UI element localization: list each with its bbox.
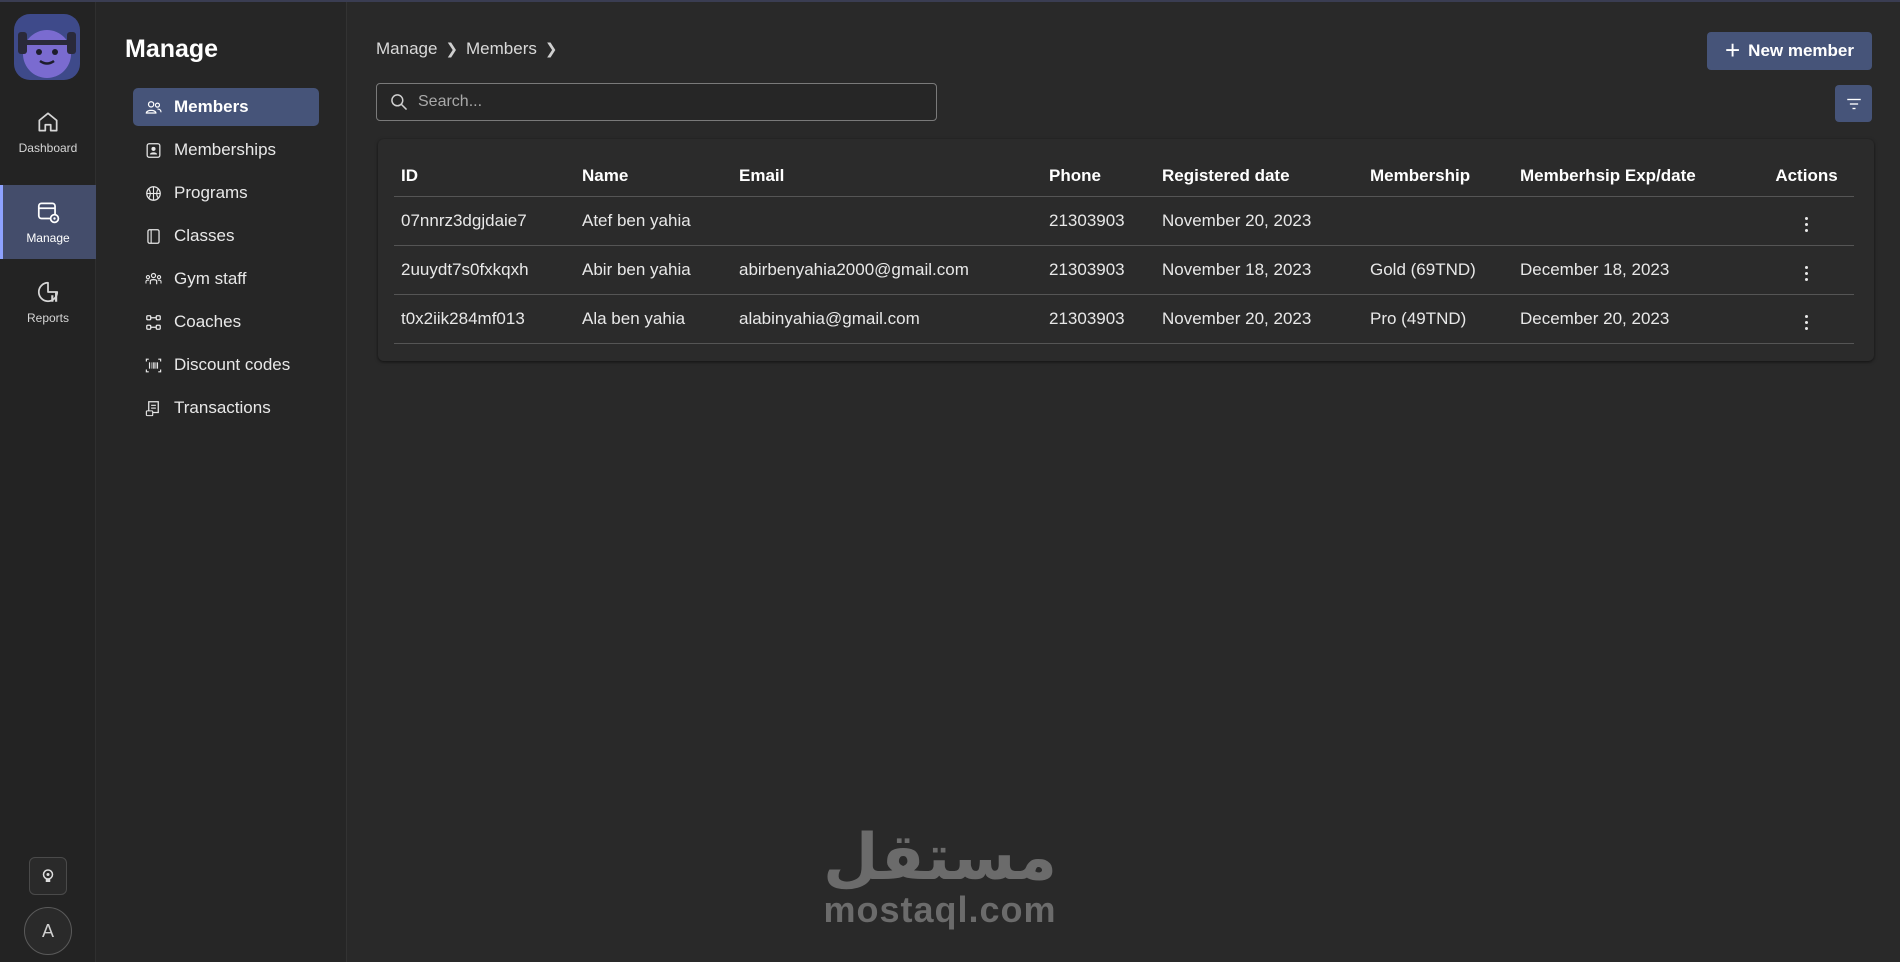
watermark-arabic: مستقل xyxy=(822,821,1058,895)
reports-icon xyxy=(37,281,59,303)
members-table-card: ID Name Email Phone Registered date Memb… xyxy=(378,139,1874,361)
cell-actions xyxy=(1759,245,1854,295)
tips-button[interactable] xyxy=(29,857,67,895)
column-header-membership[interactable]: Membership xyxy=(1363,156,1513,197)
book-icon xyxy=(143,226,163,246)
manage-sidebar: Manage Members Memberships Programs Clas… xyxy=(96,2,347,962)
sidebar-item-discount-codes[interactable]: Discount codes xyxy=(133,346,319,384)
cell-id: 07nnrz3dgjdaie7 xyxy=(394,196,575,246)
cell-exp-date: December 20, 2023 xyxy=(1513,294,1759,344)
cell-membership: Pro (49TND) xyxy=(1363,294,1513,344)
chevron-right-icon: ❯ xyxy=(445,41,459,58)
receipt-icon xyxy=(143,398,163,418)
new-member-label: New member xyxy=(1748,41,1854,60)
dumbbell-icon xyxy=(143,312,163,332)
sidebar-title: Manage xyxy=(125,35,219,63)
badge-icon xyxy=(143,140,163,160)
cell-registered: November 20, 2023 xyxy=(1155,294,1363,344)
manage-icon xyxy=(37,202,60,224)
more-actions-icon[interactable] xyxy=(1797,262,1816,285)
sidebar-nav: Members Memberships Programs Classes Gym… xyxy=(133,88,319,432)
people-icon xyxy=(143,97,163,117)
breadcrumb-manage[interactable]: Manage xyxy=(376,39,437,59)
more-actions-icon[interactable] xyxy=(1797,311,1816,334)
sidebar-item-transactions[interactable]: Transactions xyxy=(133,389,319,427)
search-box[interactable] xyxy=(376,83,937,121)
cell-name: Atef ben yahia xyxy=(575,196,732,246)
lightbulb-icon xyxy=(42,869,54,882)
rail-item-dashboard[interactable]: Dashboard xyxy=(0,95,96,169)
rail-item-label: Dashboard xyxy=(18,141,78,155)
watermark: مستقل mostaql.com xyxy=(800,825,1080,929)
search-icon xyxy=(391,94,407,110)
sidebar-item-label: Memberships xyxy=(174,140,277,159)
sidebar-item-label: Gym staff xyxy=(174,269,247,288)
sidebar-item-coaches[interactable]: Coaches xyxy=(133,303,319,341)
table-row[interactable]: t0x2iik284mf013 Ala ben yahia alabinyahi… xyxy=(394,294,1854,344)
sidebar-item-programs[interactable]: Programs xyxy=(133,174,319,212)
cell-email xyxy=(732,196,1042,246)
cell-id: t0x2iik284mf013 xyxy=(394,294,575,344)
table-row[interactable]: 07nnrz3dgjdaie7 Atef ben yahia 21303903 … xyxy=(394,196,1854,246)
column-header-registered[interactable]: Registered date xyxy=(1155,156,1363,197)
cell-name: Abir ben yahia xyxy=(575,245,732,295)
watermark-latin: mostaql.com xyxy=(823,889,1057,930)
rail-item-manage[interactable]: Manage xyxy=(0,185,96,259)
sidebar-item-label: Coaches xyxy=(174,312,242,331)
sidebar-item-label: Classes xyxy=(174,226,235,245)
home-icon xyxy=(38,112,58,132)
basketball-icon xyxy=(143,183,163,203)
cell-phone: 21303903 xyxy=(1042,294,1155,344)
app-logo[interactable] xyxy=(14,14,80,80)
sidebar-item-gym-staff[interactable]: Gym staff xyxy=(133,260,319,298)
cell-actions xyxy=(1759,294,1854,344)
cell-email: alabinyahia@gmail.com xyxy=(732,294,1042,344)
column-header-phone[interactable]: Phone xyxy=(1042,156,1155,197)
sidebar-item-label: Members xyxy=(174,97,249,116)
cell-registered: November 20, 2023 xyxy=(1155,196,1363,246)
main-content: Manage ❯ Members ❯ + New member ID Name … xyxy=(347,2,1900,962)
sidebar-item-members[interactable]: Members xyxy=(133,88,319,126)
cell-registered: November 18, 2023 xyxy=(1155,245,1363,295)
sidebar-item-label: Programs xyxy=(174,183,248,202)
cell-name: Ala ben yahia xyxy=(575,294,732,344)
sidebar-item-classes[interactable]: Classes xyxy=(133,217,319,255)
table-row[interactable]: 2uuydt7s0fxkqxh Abir ben yahia abirbenya… xyxy=(394,245,1854,295)
cell-membership: Gold (69TND) xyxy=(1363,245,1513,295)
rail-item-label: Reports xyxy=(26,311,70,325)
search-input[interactable] xyxy=(418,93,918,111)
column-header-actions: Actions xyxy=(1759,156,1854,197)
avatar[interactable]: A xyxy=(24,907,72,955)
column-header-id[interactable]: ID xyxy=(394,156,575,197)
column-header-exp-date[interactable]: Memberhsip Exp/date xyxy=(1513,156,1759,197)
plus-icon: + xyxy=(1724,34,1741,65)
filter-icon xyxy=(1846,98,1861,109)
cell-actions xyxy=(1759,196,1854,246)
sidebar-item-label: Transactions xyxy=(174,398,271,417)
app-rail: Dashboard Manage Reports A xyxy=(0,2,96,962)
cell-exp-date: December 18, 2023 xyxy=(1513,245,1759,295)
sidebar-item-memberships[interactable]: Memberships xyxy=(133,131,319,169)
cell-phone: 21303903 xyxy=(1042,245,1155,295)
more-actions-icon[interactable] xyxy=(1797,213,1816,236)
column-header-email[interactable]: Email xyxy=(732,156,1042,197)
rail-item-label: Manage xyxy=(26,231,70,245)
filter-button[interactable] xyxy=(1835,85,1872,122)
cell-email: abirbenyahia2000@gmail.com xyxy=(732,245,1042,295)
barcode-icon xyxy=(143,355,163,375)
column-header-name[interactable]: Name xyxy=(575,156,732,197)
cell-phone: 21303903 xyxy=(1042,196,1155,246)
team-icon xyxy=(143,269,163,289)
new-member-button[interactable]: + New member xyxy=(1707,32,1872,70)
rail-item-reports[interactable]: Reports xyxy=(0,265,96,339)
chevron-right-icon: ❯ xyxy=(544,41,558,58)
cell-exp-date xyxy=(1513,196,1759,246)
members-table: ID Name Email Phone Registered date Memb… xyxy=(394,156,1854,344)
table-header-row: ID Name Email Phone Registered date Memb… xyxy=(394,156,1854,197)
sidebar-item-label: Discount codes xyxy=(174,355,291,374)
cell-membership xyxy=(1363,196,1513,246)
breadcrumb-members[interactable]: Members xyxy=(466,39,537,59)
breadcrumb: Manage ❯ Members ❯ xyxy=(376,39,559,59)
cell-id: 2uuydt7s0fxkqxh xyxy=(394,245,575,295)
